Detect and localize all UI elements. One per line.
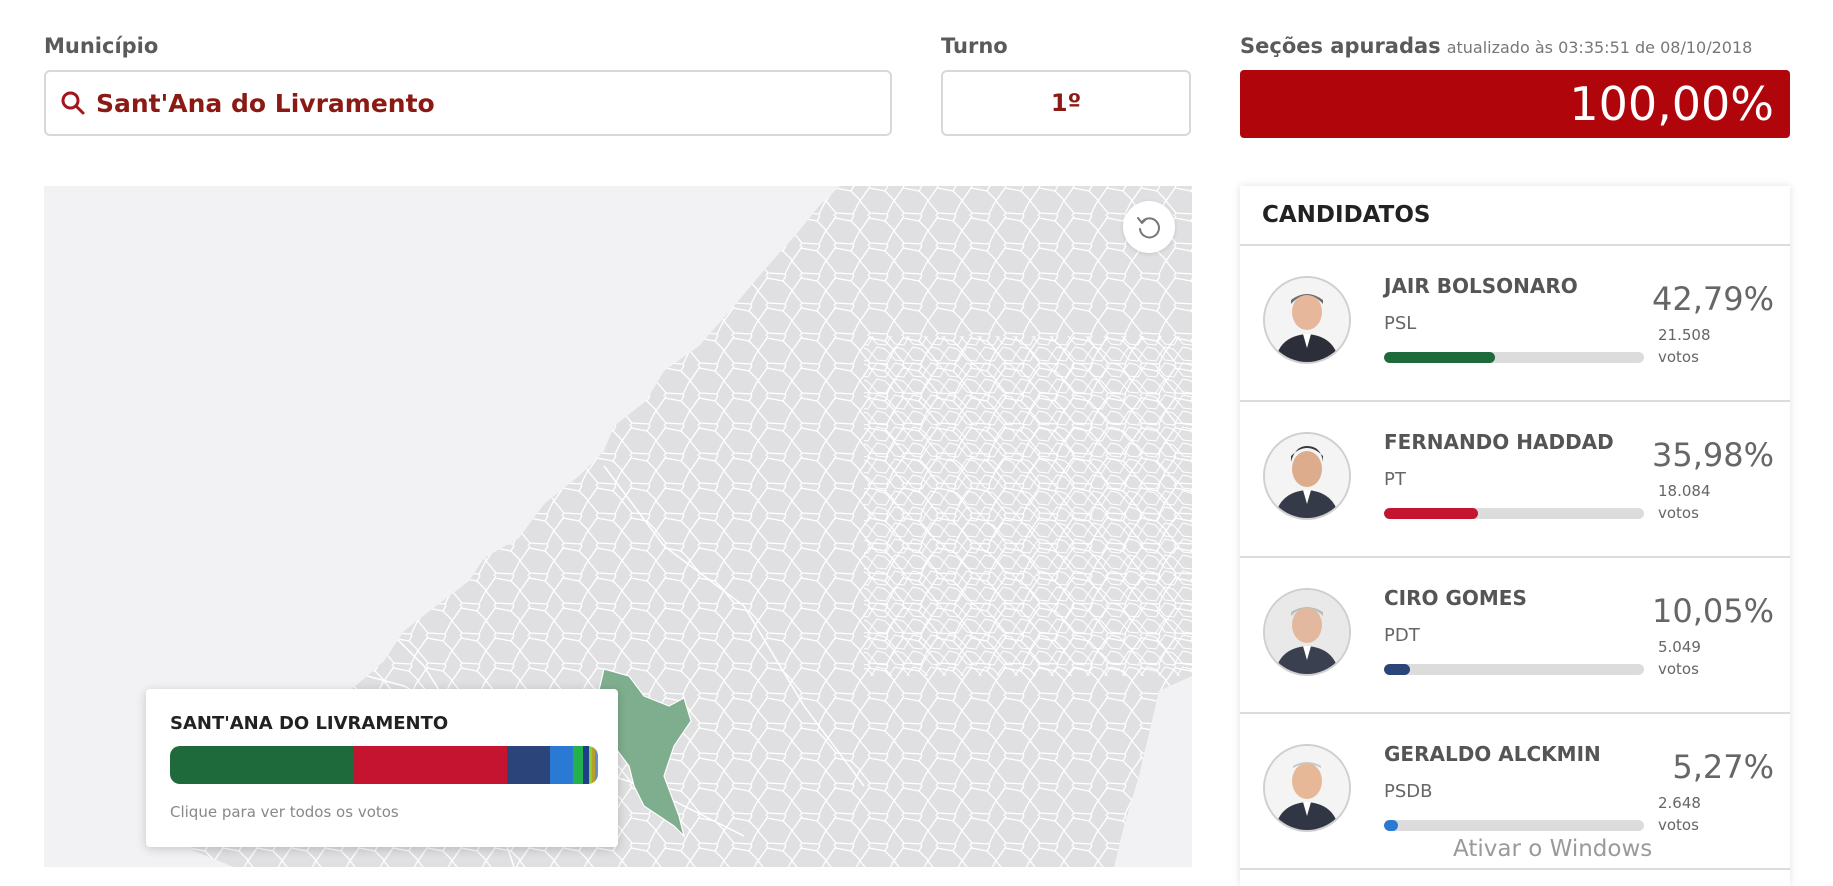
reset-icon	[1137, 217, 1160, 239]
turno-label: Turno	[941, 34, 1008, 58]
popup-vote-segment	[507, 746, 551, 784]
candidate-progress-track	[1384, 664, 1644, 675]
candidate-progress-track	[1384, 508, 1644, 519]
municipio-value: Sant'Ana do Livramento	[96, 88, 435, 118]
candidate-votes-count: 18.084	[1658, 482, 1711, 500]
candidate-party: PDT	[1384, 625, 1420, 646]
candidate-percentage: 10,05%	[1651, 592, 1774, 630]
secoes-progress-bar: 100,00%	[1240, 70, 1790, 138]
turno-value: 1º	[1050, 89, 1082, 117]
candidate-votes-count: 21.508	[1658, 326, 1711, 344]
municipio-label: Município	[44, 34, 159, 58]
candidates-header: CANDIDATOS	[1240, 186, 1790, 246]
candidate-avatar	[1263, 432, 1351, 520]
candidate-name: CIRO GOMES	[1384, 586, 1527, 610]
search-icon	[61, 91, 85, 115]
candidate-progress-fill	[1384, 508, 1478, 519]
candidate-name: FERNANDO HADDAD	[1384, 430, 1614, 454]
candidates-panel: CANDIDATOS JAIR BOLSONARO PSL 42,79% 21.…	[1240, 186, 1790, 886]
municipio-search-input[interactable]: Sant'Ana do Livramento	[44, 70, 892, 136]
candidate-party: PSDB	[1384, 781, 1433, 802]
candidate-progress-track	[1384, 820, 1644, 831]
secoes-value: 100,00%	[1569, 77, 1774, 131]
candidate-party: PT	[1384, 469, 1406, 490]
candidate-avatar	[1263, 588, 1351, 676]
candidate-votes: 18.084 votos	[1658, 480, 1711, 524]
candidate-votes: 21.508 votos	[1658, 324, 1711, 368]
candidate-row[interactable]: FERNANDO HADDAD PT 35,98% 18.084 votos	[1240, 402, 1790, 558]
candidate-progress-fill	[1384, 664, 1411, 675]
municipio-popup[interactable]: SANT'ANA DO LIVRAMENTO Clique para ver t…	[146, 689, 618, 847]
candidate-percentage: 42,79%	[1651, 280, 1774, 318]
candidate-name: JAIR BOLSONARO	[1384, 274, 1578, 298]
candidate-progress-track	[1384, 352, 1644, 363]
candidate-votes-label: votos	[1658, 816, 1699, 834]
popup-vote-segment	[595, 746, 598, 784]
candidate-votes: 2.648 votos	[1658, 792, 1701, 836]
secoes-label: Seções apuradas atualizado às 03:35:51 de…	[1240, 34, 1752, 58]
popup-vote-segment	[550, 746, 573, 784]
candidate-percentage: 35,98%	[1651, 436, 1774, 474]
candidate-progress-fill	[1384, 820, 1398, 831]
candidate-votes-label: votos	[1658, 504, 1699, 522]
popup-vote-segment	[353, 746, 508, 784]
popup-vote-bar[interactable]	[170, 746, 598, 784]
popup-vote-segment	[170, 746, 354, 784]
popup-vote-segment	[572, 746, 584, 784]
candidate-party: PSL	[1384, 313, 1417, 334]
popup-title: SANT'ANA DO LIVRAMENTO	[170, 713, 449, 734]
candidate-row[interactable]: JAIR BOLSONARO PSL 42,79% 21.508 votos	[1240, 246, 1790, 402]
windows-activation-watermark: Ativar o Windows	[1453, 836, 1653, 862]
candidate-votes-count: 5.049	[1658, 638, 1701, 656]
candidate-avatar	[1263, 276, 1351, 364]
candidate-votes-label: votos	[1658, 660, 1699, 678]
candidate-name: GERALDO ALCKMIN	[1384, 742, 1601, 766]
candidate-progress-fill	[1384, 352, 1496, 363]
candidate-votes-count: 2.648	[1658, 794, 1701, 812]
turno-select[interactable]: 1º	[941, 70, 1191, 136]
candidate-percentage: 5,27%	[1672, 748, 1774, 786]
popup-hint[interactable]: Clique para ver todos os votos	[170, 803, 399, 821]
map-reset-button[interactable]	[1123, 201, 1175, 253]
candidate-votes-label: votos	[1658, 348, 1699, 366]
secoes-title: Seções apuradas	[1240, 34, 1441, 58]
candidate-votes: 5.049 votos	[1658, 636, 1701, 680]
candidate-avatar	[1263, 744, 1351, 832]
candidate-row[interactable]: CIRO GOMES PDT 10,05% 5.049 votos	[1240, 558, 1790, 714]
secoes-updated: atualizado às 03:35:51 de 08/10/2018	[1446, 38, 1753, 57]
